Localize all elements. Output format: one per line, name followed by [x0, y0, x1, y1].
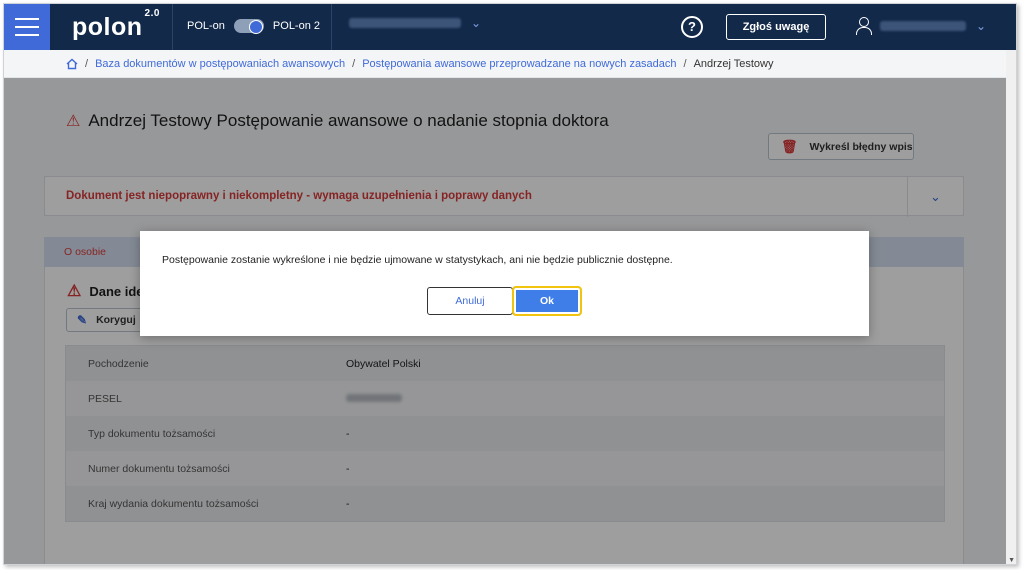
- toggle-left-label: POL-on: [187, 20, 225, 32]
- help-icon[interactable]: ?: [681, 16, 703, 38]
- chevron-down-icon: ⌄: [976, 19, 987, 33]
- top-bar: polon 2.0 POL-on POL-on 2 ⌄ ? Zgłoś uwagę…: [4, 4, 1016, 50]
- toggle-switch[interactable]: [233, 19, 264, 34]
- ok-button[interactable]: Ok: [512, 286, 582, 316]
- logo-text: polon: [72, 13, 143, 41]
- logo-version: 2.0: [144, 7, 160, 19]
- breadcrumb-link-proceedings[interactable]: Postępowania awansowe przeprowadzane na …: [362, 58, 676, 70]
- breadcrumb-separator: /: [352, 57, 356, 70]
- breadcrumb-link-base[interactable]: Baza dokumentów w postępowaniach awansow…: [95, 58, 345, 70]
- dialog-message: Postępowanie zostanie wykreślone i nie b…: [162, 254, 673, 266]
- institution-select[interactable]: ⌄: [349, 16, 481, 30]
- institution-name-redacted: [349, 18, 461, 28]
- confirm-dialog: Postępowanie zostanie wykreślone i nie b…: [140, 231, 869, 336]
- chevron-down-icon: ⌄: [471, 16, 482, 30]
- divider: [172, 4, 173, 50]
- user-icon: [856, 17, 872, 35]
- user-menu[interactable]: ⌄: [856, 17, 986, 35]
- report-issue-button[interactable]: Zgłoś uwagę: [726, 14, 826, 40]
- scrollbar[interactable]: ▼: [1006, 50, 1016, 564]
- polon-logo[interactable]: polon 2.0: [72, 8, 160, 42]
- breadcrumb-current: Andrzej Testowy: [693, 57, 774, 70]
- menu-icon[interactable]: [4, 4, 50, 50]
- pol-on-toggle[interactable]: POL-on POL-on 2: [187, 19, 321, 34]
- breadcrumb-separator: /: [683, 57, 687, 70]
- divider: [331, 4, 332, 50]
- toggle-right-label: POL-on 2: [272, 20, 321, 32]
- app-window: polon 2.0 POL-on POL-on 2 ⌄ ? Zgłoś uwagę…: [3, 3, 1017, 565]
- cancel-button[interactable]: Anuluj: [427, 287, 513, 315]
- user-name-redacted: [880, 21, 966, 31]
- breadcrumb: / Baza dokumentów w postępowaniach awans…: [4, 50, 1016, 78]
- home-icon[interactable]: [66, 58, 78, 70]
- breadcrumb-separator: /: [85, 57, 89, 70]
- scroll-down-icon[interactable]: ▼: [1008, 557, 1015, 564]
